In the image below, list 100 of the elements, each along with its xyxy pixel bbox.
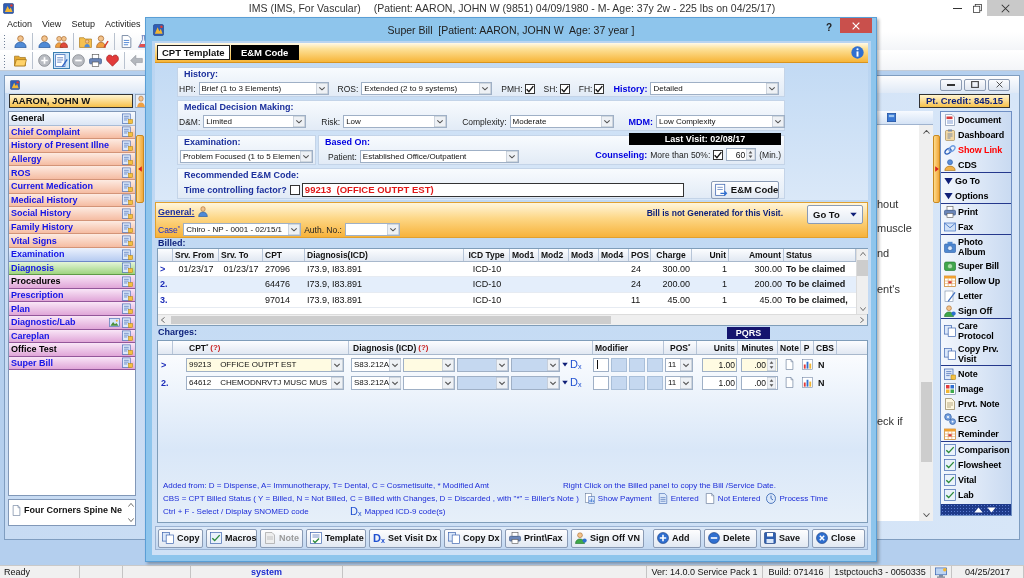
column-header[interactable]: Mod1: [512, 250, 535, 260]
toolbox-item[interactable]: Super Bill: [941, 258, 1011, 273]
checkbox[interactable]: [594, 83, 605, 94]
column-header[interactable]: CPT$^{*}$: [189, 342, 209, 353]
toolbar-button[interactable]: [128, 52, 145, 69]
units-field[interactable]: 1.00: [702, 357, 737, 372]
column-header[interactable]: Diagnosis (ICD): [353, 342, 417, 353]
toolbox-item[interactable]: Dashboard: [941, 127, 1011, 142]
toolbox-item[interactable]: Prvt. Note: [941, 396, 1011, 411]
dropdown[interactable]: Extended (2 to 9 systems): [361, 82, 493, 95]
dropdown[interactable]: Low: [343, 115, 448, 128]
dx-link[interactable]: D$_{x}$: [570, 377, 582, 388]
scrollbar-thumb[interactable]: [920, 382, 932, 462]
add-button[interactable]: Add: [653, 528, 701, 548]
sidebar-item[interactable]: Plan: [9, 302, 135, 316]
toolbox-item[interactable]: Vital: [941, 472, 1011, 487]
scrollbar-thumb[interactable]: [171, 316, 611, 324]
diagnosis-dropdown[interactable]: S83.212A: [351, 375, 401, 390]
toolbar-button[interactable]: [70, 52, 87, 69]
column-header[interactable]: Charge: [656, 250, 686, 260]
dropdown[interactable]: Limited: [203, 115, 307, 128]
toolbar-grip[interactable]: [3, 34, 6, 48]
column-header[interactable]: Unit: [709, 250, 726, 260]
sidebar-item[interactable]: Vital Signs: [9, 234, 135, 248]
dropdown[interactable]: Chiro - NP - 0001 - 02/15/1: [183, 223, 302, 236]
toolbar-grip[interactable]: [3, 53, 6, 68]
tab[interactable]: E&M Code: [230, 45, 299, 60]
toolbar-button[interactable]: [12, 32, 29, 50]
scroll-buttons[interactable]: [941, 504, 1011, 515]
help-link[interactable]: (?): [210, 343, 221, 352]
toolbar-button[interactable]: [53, 52, 70, 69]
menu-item[interactable]: View: [37, 19, 67, 29]
column-header[interactable]: Note: [780, 342, 799, 353]
scrollbar[interactable]: [856, 249, 868, 314]
help-link[interactable]: (?): [418, 343, 429, 352]
minimize-button[interactable]: [940, 78, 962, 91]
sidebar-item[interactable]: History of Present Illne: [9, 139, 135, 153]
close-button[interactable]: Close: [812, 528, 865, 548]
column-header[interactable]: CBS: [816, 342, 834, 353]
column-header[interactable]: Units: [713, 342, 735, 353]
print-fax-button[interactable]: Print\Fax: [505, 528, 568, 548]
close-button[interactable]: [988, 78, 1010, 91]
modifier-field[interactable]: [593, 357, 609, 372]
sidebar-item[interactable]: Procedures: [9, 275, 135, 289]
collapse-tab[interactable]: [136, 135, 144, 203]
column-header[interactable]: Diagnosis(ICD): [307, 250, 368, 260]
column-header[interactable]: CPT: [265, 250, 282, 260]
toolbox-item[interactable]: Photo Album: [941, 235, 1011, 258]
column-header[interactable]: Status: [786, 250, 812, 260]
em-code-button[interactable]: E&M Code: [710, 180, 779, 199]
checkbox[interactable]: [524, 83, 535, 94]
patient-name-field[interactable]: AARON, JOHN W: [9, 93, 133, 108]
toolbox-item[interactable]: Image: [941, 381, 1011, 396]
column-header[interactable]: POS: [631, 250, 649, 260]
column-header[interactable]: Modifier: [595, 342, 629, 353]
copy-dx-button[interactable]: Copy Dx: [444, 528, 502, 548]
dropdown[interactable]: Moderate: [509, 115, 614, 128]
toolbar-button[interactable]: [36, 32, 53, 50]
diagnosis-dropdown[interactable]: [403, 357, 455, 372]
toolbox-item[interactable]: Follow Up: [941, 273, 1011, 288]
column-header[interactable]: Mod3: [571, 250, 594, 260]
template-button[interactable]: Template: [306, 528, 366, 548]
sign-off-button[interactable]: Sign Off VN: [571, 528, 644, 548]
toolbox-item[interactable]: Document: [941, 112, 1011, 127]
set-visit-dx-button[interactable]: D$_{x}$ Set Visit Dx: [369, 528, 441, 548]
go-to-button[interactable]: Go To: [807, 205, 863, 224]
dropdown[interactable]: Brief (1 to 3 Elements): [198, 82, 329, 95]
minutes-spinner[interactable]: 60: [726, 148, 757, 161]
column-header[interactable]: Mod4: [601, 250, 624, 260]
menu-item[interactable]: Activities: [99, 19, 146, 29]
collapse-tab[interactable]: [933, 135, 940, 203]
toolbox-item[interactable]: Letter: [941, 288, 1011, 303]
save-button[interactable]: Save: [760, 528, 809, 548]
minutes-field[interactable]: .00: [741, 375, 778, 390]
toolbox-item[interactable]: Lab: [941, 487, 1011, 502]
toolbox-item[interactable]: Go To: [941, 173, 1011, 188]
tab[interactable]: CPT Template: [157, 45, 230, 60]
scrollbar-thumb[interactable]: [857, 260, 868, 276]
minutes-field[interactable]: .00: [741, 357, 778, 372]
column-header[interactable]: Amount: [748, 250, 781, 260]
menu-item[interactable]: Action: [2, 19, 37, 29]
toolbar-button[interactable]: [87, 52, 104, 69]
checkbox[interactable]: [559, 83, 570, 94]
dropdown[interactable]: Low Complexity: [656, 115, 786, 128]
toolbox-item[interactable]: Care Protocol: [941, 319, 1011, 342]
column-header[interactable]: Minutes: [741, 342, 774, 353]
toolbar-button[interactable]: [94, 32, 111, 50]
sidebar-item[interactable]: Social History: [9, 207, 135, 221]
column-header[interactable]: POS$^{*}$: [670, 342, 691, 353]
toolbox-item[interactable]: Flowsheet: [941, 457, 1011, 472]
maximize-button[interactable]: [964, 78, 986, 91]
sidebar-item[interactable]: General: [9, 112, 135, 126]
notes-list-item[interactable]: Four Corners Spine Ne: [9, 503, 126, 517]
checkbox[interactable]: [289, 184, 300, 195]
pos-dropdown[interactable]: 11: [665, 375, 693, 390]
pos-dropdown[interactable]: 11: [665, 357, 693, 372]
macros-button[interactable]: Macros: [206, 528, 257, 548]
table-row[interactable]: > 01/23/17 01/23/17 27096 I73.9, I83.891 ICD-10 24 300.00 1 300.00 To be claimed: [158, 262, 856, 278]
diagnosis-dropdown[interactable]: S83.212A: [351, 357, 401, 372]
units-field[interactable]: 1.00: [702, 375, 737, 390]
